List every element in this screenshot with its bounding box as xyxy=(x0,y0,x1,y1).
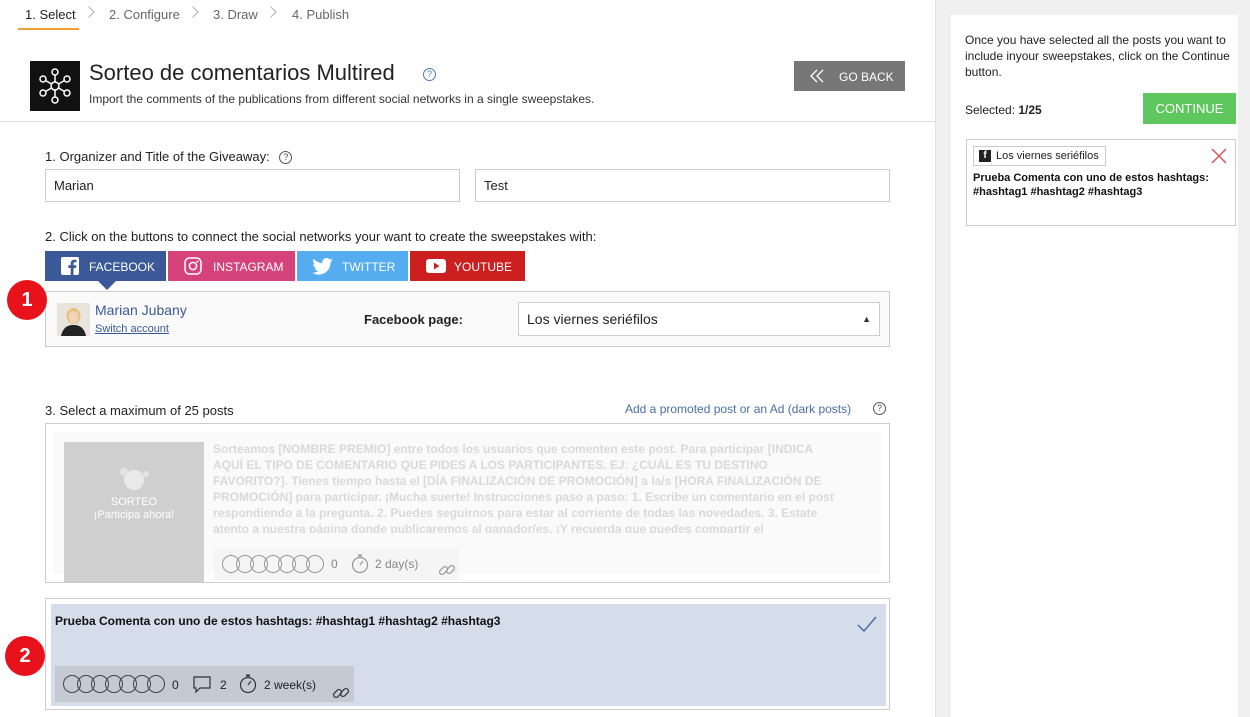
page-subtitle: Import the comments of the publications … xyxy=(89,92,595,106)
step-configure[interactable]: 2. Configure xyxy=(109,7,180,22)
posts-section-label: 3. Select a maximum of 25 posts xyxy=(45,403,234,418)
link-icon[interactable] xyxy=(438,561,456,579)
post-stats-bar: 0 2 2 week(s) xyxy=(55,666,354,702)
post-card[interactable]: SORTEO ¡Participa ahora! Sorteamos [NOMB… xyxy=(45,423,890,583)
selection-sidebar: Once you have selected all the posts you… xyxy=(935,0,1250,717)
facebook-page-value: Los viernes seriéfilos xyxy=(527,311,658,327)
app-logo xyxy=(30,61,80,111)
checkmark-icon xyxy=(857,616,877,632)
organizer-label-text: 1. Organizer and Title of the Giveaway: xyxy=(45,149,270,164)
help-icon[interactable]: ? xyxy=(279,151,293,165)
instagram-button[interactable]: INSTAGRAM xyxy=(168,251,295,281)
facebook-icon: f xyxy=(979,150,991,162)
reaction-count: 0 xyxy=(331,557,338,571)
post-age: 2 week(s) xyxy=(264,678,317,692)
sidebar-instructions: Once you have selected all the posts you… xyxy=(965,33,1230,79)
twitter-label: TWITTER xyxy=(342,260,396,274)
page-title: Sorteo de comentarios Multired xyxy=(89,60,395,85)
main-panel: 1. Select 2. Configure 3. Draw 4. Publis… xyxy=(0,0,935,717)
networks-section-label: 2. Click on the buttons to connect the s… xyxy=(45,229,597,244)
add-promoted-post-link[interactable]: Add a promoted post or an Ad (dark posts… xyxy=(625,402,851,416)
help-icon[interactable]: ? xyxy=(873,402,886,415)
selected-post-title: Prueba Comenta con uno de estos hashtags… xyxy=(973,172,1209,198)
selected-label: Selected: xyxy=(965,103,1019,117)
youtube-button[interactable]: YOUTUBE xyxy=(410,251,525,281)
facebook-page-label: Facebook page: xyxy=(364,312,463,327)
chevron-right-icon xyxy=(265,6,277,18)
step-badge-1: 1 xyxy=(7,280,47,320)
source-page-name: Los viernes seriéfilos xyxy=(996,150,1099,162)
help-icon[interactable]: ? xyxy=(423,68,436,81)
giveaway-title-input[interactable]: Test xyxy=(475,169,890,202)
user-avatar-icon xyxy=(57,303,90,336)
network-hub-icon xyxy=(39,68,71,104)
twitter-icon xyxy=(312,258,333,275)
selected-count: Selected: 1/25 xyxy=(965,103,1042,117)
facebook-button[interactable]: FACEBOOK xyxy=(45,251,166,281)
post-image: SORTEO ¡Participa ahora! xyxy=(64,442,204,582)
step-select[interactable]: 1. Select xyxy=(25,7,76,22)
facebook-label: FACEBOOK xyxy=(89,260,156,274)
post-image-subtitle: ¡Participa ahora! xyxy=(93,509,175,521)
active-step-indicator xyxy=(18,28,79,30)
active-network-pointer xyxy=(98,281,116,290)
organizer-section-label: 1. Organizer and Title of the Giveaway: … xyxy=(45,149,293,165)
post-card-selected[interactable]: Prueba Comenta con uno de estos hashtags… xyxy=(45,598,890,710)
selection-panel: Once you have selected all the posts you… xyxy=(951,15,1238,717)
instagram-icon xyxy=(184,257,202,275)
continue-button[interactable]: CONTINUE xyxy=(1143,93,1236,124)
selected-post-highlight: Prueba Comenta con uno de estos hashtags… xyxy=(51,604,886,706)
stopwatch-icon xyxy=(239,674,257,694)
facebook-page-select[interactable]: Los viernes seriéfilos ▲ xyxy=(518,302,880,336)
instagram-label: INSTAGRAM xyxy=(213,260,284,274)
facebook-account-panel: Marian Jubany Switch account Facebook pa… xyxy=(45,291,890,347)
avatar xyxy=(57,303,90,336)
facebook-icon xyxy=(61,257,79,275)
twitter-button[interactable]: TWITTER xyxy=(297,251,408,281)
youtube-icon xyxy=(426,259,446,273)
organizer-input[interactable]: Marian xyxy=(45,169,460,202)
step-publish[interactable]: 4. Publish xyxy=(292,7,349,22)
comment-icon xyxy=(193,676,211,694)
link-icon[interactable] xyxy=(332,684,350,702)
post-text: Prueba Comenta con uno de estos hashtags… xyxy=(55,614,501,628)
close-icon[interactable] xyxy=(1211,148,1227,164)
youtube-label: YOUTUBE xyxy=(454,260,513,274)
header-divider xyxy=(0,121,935,122)
go-back-label: GO BACK xyxy=(839,70,894,84)
post-stats-bar: 0 2 day(s) xyxy=(214,548,459,580)
step-navigation: 1. Select 2. Configure 3. Draw 4. Publis… xyxy=(0,0,935,30)
selected-post-card: f Los viernes seriéfilos Prueba Comenta … xyxy=(966,139,1236,226)
switch-account-link[interactable]: Switch account xyxy=(95,323,169,335)
account-name[interactable]: Marian Jubany xyxy=(95,302,187,318)
select-arrows-icon: ▲ xyxy=(862,314,871,324)
go-back-button[interactable]: GO BACK xyxy=(794,61,905,91)
double-chevron-left-icon xyxy=(810,69,824,83)
reaction-count: 0 xyxy=(172,678,179,692)
comment-count: 2 xyxy=(220,678,227,692)
step-draw[interactable]: 3. Draw xyxy=(213,7,258,22)
post-card-disabled-overlay: SORTEO ¡Participa ahora! Sorteamos [NOMB… xyxy=(54,432,881,582)
stopwatch-icon xyxy=(351,554,369,574)
post-text: Sorteamos [NOMBRE PREMIO] entre todos lo… xyxy=(213,442,834,533)
post-age: 2 day(s) xyxy=(375,557,419,571)
source-page-tag: f Los viernes seriéfilos xyxy=(973,146,1106,166)
post-image-title: SORTEO xyxy=(110,496,158,508)
chevron-right-icon xyxy=(83,6,95,18)
selected-value: 1/25 xyxy=(1018,103,1042,117)
chevron-right-icon xyxy=(187,6,199,18)
step-badge-2: 2 xyxy=(5,636,45,676)
